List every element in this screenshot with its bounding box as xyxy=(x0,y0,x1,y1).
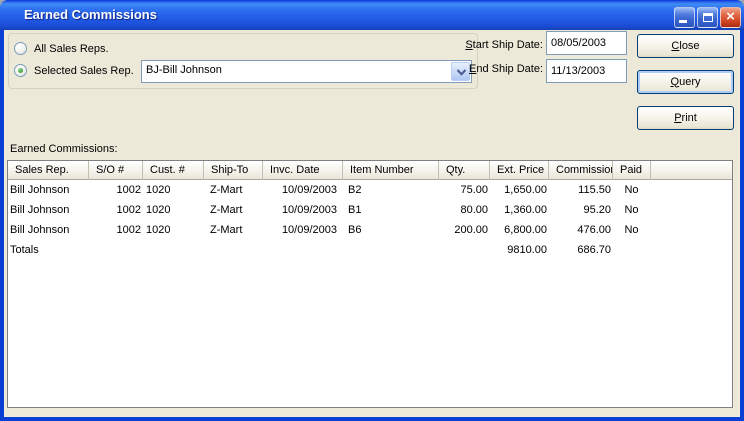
window-title: Earned Commissions xyxy=(24,7,157,22)
all-sales-reps-radio[interactable] xyxy=(14,42,27,55)
cell-ext-price: 6,800.00 xyxy=(504,224,547,236)
cell-paid: No xyxy=(624,184,639,196)
cell-cust-number: 1020 xyxy=(146,204,171,216)
cell-paid: No xyxy=(624,204,639,216)
maximize-button[interactable] xyxy=(697,7,718,28)
column-header-commission[interactable]: Commission xyxy=(549,161,613,180)
cell-qty: 80.00 xyxy=(460,204,488,216)
cell-so-number: 1002 xyxy=(116,204,141,216)
cell-invc-date: 10/09/2003 xyxy=(281,204,337,216)
cell-cust-number: 1020 xyxy=(146,184,171,196)
table-row[interactable]: Bill Johnson 1002 1020 Z-Mart 10/09/2003… xyxy=(8,220,732,240)
cell-ship-to: Z-Mart xyxy=(210,224,243,236)
query-button[interactable]: Query xyxy=(637,70,734,94)
titlebar[interactable]: Earned Commissions × xyxy=(0,0,744,30)
end-ship-date-label: End Ship Date: xyxy=(469,63,543,75)
column-header-filler xyxy=(651,161,732,180)
cell-filler xyxy=(651,220,732,240)
cell-total-commission: 686.70 xyxy=(577,244,611,256)
column-header-ship-to[interactable]: Ship-To xyxy=(204,161,263,180)
cell-so-number: 1002 xyxy=(116,224,141,236)
cell-empty xyxy=(439,240,490,260)
grid-caption: Earned Commissions: xyxy=(10,143,118,155)
column-header-ext-price[interactable]: Ext. Price xyxy=(490,161,549,180)
column-header-cust-number[interactable]: Cust. # xyxy=(143,161,204,180)
all-sales-reps-label[interactable]: All Sales Reps. xyxy=(34,43,109,55)
column-header-sales-rep[interactable]: Sales Rep. xyxy=(8,161,89,180)
column-header-qty[interactable]: Qty. xyxy=(439,161,490,180)
cell-totals-label: Totals xyxy=(10,244,39,256)
cell-ship-to: Z-Mart xyxy=(210,184,243,196)
table-row[interactable]: Bill Johnson 1002 1020 Z-Mart 10/09/2003… xyxy=(8,200,732,220)
cell-empty xyxy=(143,240,204,260)
cell-filler xyxy=(651,200,732,220)
table-row[interactable]: Bill Johnson 1002 1020 Z-Mart 10/09/2003… xyxy=(8,180,732,200)
cell-empty xyxy=(613,240,651,260)
sales-rep-dropdown[interactable]: BJ-Bill Johnson xyxy=(141,60,472,83)
cell-qty: 75.00 xyxy=(460,184,488,196)
print-button[interactable]: Print xyxy=(637,106,734,130)
cell-commission: 115.50 xyxy=(578,184,611,196)
cell-ext-price: 1,360.00 xyxy=(504,204,547,216)
column-header-paid[interactable]: Paid xyxy=(613,161,651,180)
cell-empty xyxy=(263,240,343,260)
cell-total-ext-price: 9810.00 xyxy=(507,244,547,256)
cell-commission: 95.20 xyxy=(583,204,611,216)
cell-cust-number: 1020 xyxy=(146,224,171,236)
cell-empty xyxy=(89,240,143,260)
commissions-grid: Sales Rep. S/O # Cust. # Ship-To Invc. D… xyxy=(7,160,733,408)
cell-ship-to: Z-Mart xyxy=(210,204,243,216)
cell-filler xyxy=(651,240,732,260)
cell-sales-rep: Bill Johnson xyxy=(10,224,70,236)
selected-sales-rep-label[interactable]: Selected Sales Rep. xyxy=(34,65,134,77)
selected-sales-rep-radio[interactable] xyxy=(14,64,27,77)
sales-rep-dropdown-value: BJ-Bill Johnson xyxy=(146,64,222,76)
start-ship-date-input[interactable] xyxy=(546,31,627,55)
cell-item-number: B2 xyxy=(348,184,362,196)
cell-sales-rep: Bill Johnson xyxy=(10,204,70,216)
earned-commissions-dialog: Earned Commissions × All Sales Reps. Sel… xyxy=(0,0,744,421)
cell-qty: 200.00 xyxy=(454,224,488,236)
end-ship-date-input[interactable] xyxy=(546,59,627,83)
cell-commission: 476.00 xyxy=(577,224,611,236)
minimize-icon xyxy=(679,20,687,23)
totals-row: Totals 9810.00 686.70 xyxy=(8,240,732,260)
minimize-button[interactable] xyxy=(674,7,695,28)
cell-paid: No xyxy=(624,224,639,236)
cell-item-number: B6 xyxy=(348,224,362,236)
cell-item-number: B1 xyxy=(348,204,362,216)
close-button[interactable]: Close xyxy=(637,34,734,58)
grid-header-row: Sales Rep. S/O # Cust. # Ship-To Invc. D… xyxy=(8,161,732,180)
cell-ext-price: 1,650.00 xyxy=(504,184,547,196)
cell-invc-date: 10/09/2003 xyxy=(281,184,337,196)
cell-filler xyxy=(651,180,732,200)
column-header-invc-date[interactable]: Invc. Date xyxy=(263,161,343,180)
column-header-so-number[interactable]: S/O # xyxy=(89,161,143,180)
cell-empty xyxy=(204,240,263,260)
cell-empty xyxy=(343,240,439,260)
close-window-button[interactable]: × xyxy=(720,7,741,28)
cell-so-number: 1002 xyxy=(116,184,141,196)
start-ship-date-label: Start Ship Date: xyxy=(465,39,543,51)
column-header-item-number[interactable]: Item Number xyxy=(343,161,439,180)
cell-invc-date: 10/09/2003 xyxy=(281,224,337,236)
maximize-icon xyxy=(703,13,713,22)
close-icon: × xyxy=(726,8,735,25)
cell-sales-rep: Bill Johnson xyxy=(10,184,70,196)
